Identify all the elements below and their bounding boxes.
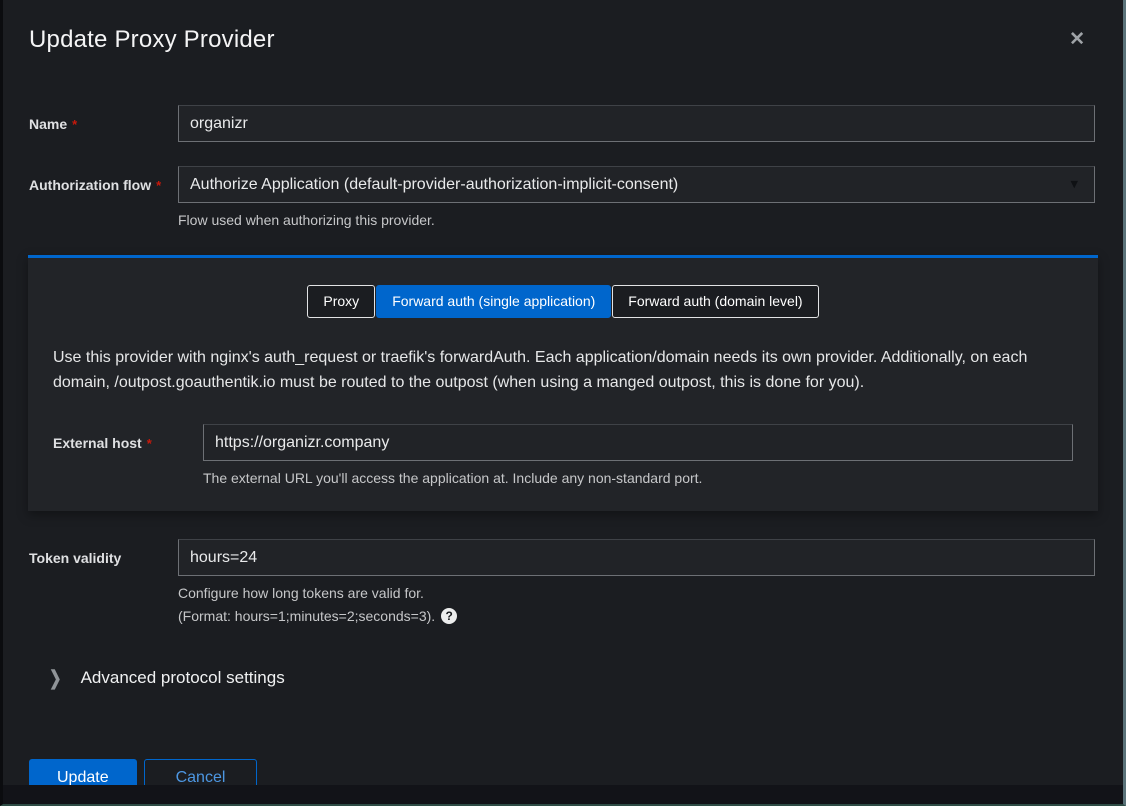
proxy-mode-card: Proxy Forward auth (single application) … — [28, 255, 1098, 511]
tab-forward-auth-single-application[interactable]: Forward auth (single application) — [376, 285, 611, 318]
advanced-protocol-settings-label: Advanced protocol settings — [81, 668, 285, 688]
caret-down-icon: ▾ — [1070, 176, 1078, 191]
page-title: Update Proxy Provider — [29, 26, 1097, 54]
chevron-right-icon: ❯ — [49, 666, 62, 689]
tab-proxy[interactable]: Proxy — [307, 285, 375, 318]
update-proxy-provider-modal: Update Proxy Provider ✕ Name* Authorizat… — [3, 0, 1123, 796]
authorization-flow-help: Flow used when authorizing this provider… — [178, 212, 1095, 228]
external-host-row: External host* The external URL you'll a… — [53, 424, 1073, 486]
page-bottom-strip — [3, 785, 1123, 804]
authorization-flow-row: Authorization flow* Authorize Applicatio… — [29, 166, 1095, 228]
token-validity-row: Token validity Configure how long tokens… — [29, 539, 1095, 624]
token-validity-help-line2: (Format: hours=1;minutes=2;seconds=3). ? — [178, 608, 1095, 624]
forward-auth-description: Use this provider with nginx's auth_requ… — [53, 345, 1073, 395]
required-asterisk: * — [72, 117, 77, 132]
required-asterisk: * — [156, 178, 161, 193]
provider-form: Name* Authorization flow* Authorize Appl… — [3, 105, 1123, 796]
token-validity-input[interactable] — [178, 539, 1095, 576]
question-circle-icon: ? — [441, 608, 457, 624]
authorization-flow-label: Authorization flow* — [29, 177, 178, 193]
external-host-input[interactable] — [203, 424, 1073, 461]
token-validity-label: Token validity — [29, 550, 178, 566]
advanced-protocol-settings-toggle[interactable]: ❯ Advanced protocol settings — [29, 668, 285, 688]
token-validity-help-line1: Configure how long tokens are valid for. — [178, 585, 1095, 601]
required-asterisk: * — [147, 436, 152, 451]
authorization-flow-select[interactable]: Authorize Application (default-provider-… — [178, 166, 1095, 203]
name-field-row: Name* — [29, 105, 1095, 142]
close-icon[interactable]: ✕ — [1069, 30, 1085, 49]
tab-forward-auth-domain-level[interactable]: Forward auth (domain level) — [612, 285, 818, 318]
name-input[interactable] — [178, 105, 1095, 142]
modal-header: Update Proxy Provider ✕ — [3, 0, 1123, 54]
external-host-help: The external URL you'll access the appli… — [203, 470, 1073, 486]
proxy-mode-toggle-group: Proxy Forward auth (single application) … — [53, 285, 1073, 318]
external-host-label: External host* — [53, 435, 203, 451]
name-label: Name* — [29, 116, 178, 132]
authorization-flow-selected-value: Authorize Application (default-provider-… — [190, 176, 678, 194]
